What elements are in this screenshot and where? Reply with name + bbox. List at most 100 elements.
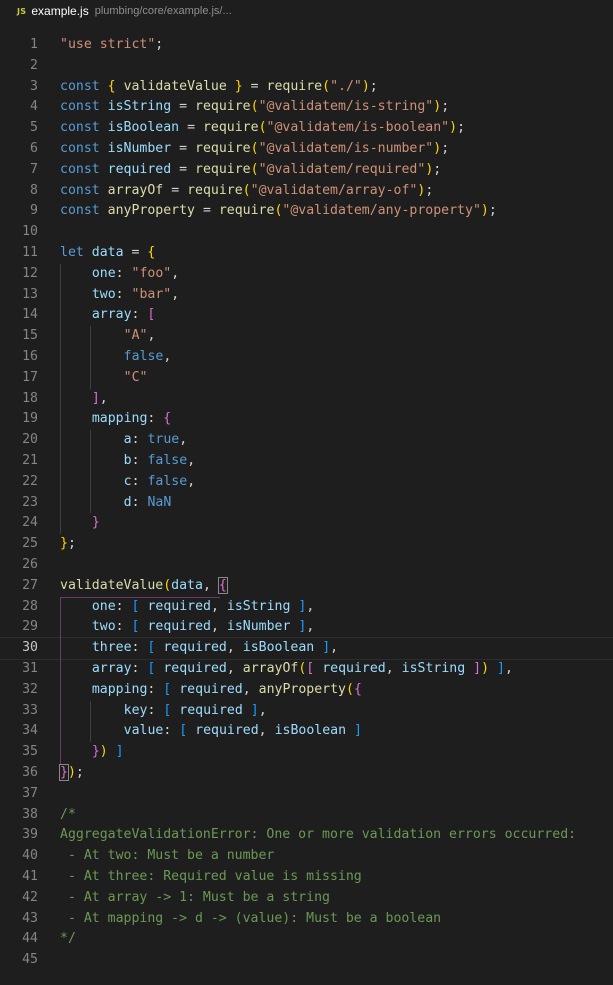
code-line[interactable]: 14 array: [ bbox=[0, 305, 613, 326]
code-line[interactable]: 40 - At two: Must be a number bbox=[0, 846, 613, 867]
code-text[interactable]: /* bbox=[60, 805, 76, 826]
code-text[interactable]: b: false, bbox=[60, 451, 196, 472]
code-line[interactable]: 27 validateValue(data, { bbox=[0, 576, 613, 597]
code-text[interactable]: const { validateValue } = require("./"); bbox=[60, 77, 378, 98]
line-number[interactable]: 33 bbox=[0, 701, 38, 722]
code-text[interactable]: let data = { bbox=[60, 243, 155, 264]
code-text[interactable]: validateValue(data, { bbox=[60, 576, 228, 597]
line-number[interactable]: 40 bbox=[0, 846, 38, 867]
line-number[interactable]: 4 bbox=[0, 97, 38, 118]
line-number[interactable]: 44 bbox=[0, 929, 38, 950]
code-text[interactable]: - At two: Must be a number bbox=[60, 846, 274, 867]
code-line[interactable]: 18 ], bbox=[0, 389, 613, 410]
code-text[interactable]: const required = require("@validatem/req… bbox=[60, 160, 441, 181]
code-text[interactable]: "use strict"; bbox=[60, 35, 163, 56]
code-text[interactable]: - At array -> 1: Must be a string bbox=[60, 888, 330, 909]
code-text[interactable]: - At mapping -> d -> (value): Must be a … bbox=[60, 909, 441, 930]
code-line[interactable]: 6 const isNumber = require("@validatem/is… bbox=[0, 139, 613, 160]
code-line[interactable]: 33 key: [ required ], bbox=[0, 701, 613, 722]
code-text[interactable]: }); bbox=[59, 763, 84, 784]
code-line[interactable]: 8 const arrayOf = require("@validatem/arr… bbox=[0, 181, 613, 202]
code-text[interactable]: AggregateValidationError: One or more va… bbox=[60, 825, 576, 846]
code-line[interactable]: 23 d: NaN bbox=[0, 493, 613, 514]
code-line[interactable]: 17 "C" bbox=[0, 368, 613, 389]
code-line[interactable]: 15 "A", bbox=[0, 326, 613, 347]
code-line[interactable]: 24 } bbox=[0, 513, 613, 534]
line-number[interactable]: 10 bbox=[0, 222, 38, 243]
code-text[interactable]: mapping: { bbox=[60, 409, 171, 430]
code-text[interactable]: false, bbox=[60, 347, 172, 368]
tab-title[interactable]: example.js bbox=[31, 4, 88, 18]
line-number[interactable]: 20 bbox=[0, 430, 38, 451]
code-line[interactable]: 1 "use strict"; bbox=[0, 35, 613, 56]
code-line[interactable]: 42 - At array -> 1: Must be a string bbox=[0, 888, 613, 909]
code-line[interactable]: 12 one: "foo", bbox=[0, 264, 613, 285]
code-line[interactable]: 4 const isString = require("@validatem/is… bbox=[0, 97, 613, 118]
line-number[interactable]: 13 bbox=[0, 285, 38, 306]
code-text[interactable]: one: "foo", bbox=[60, 264, 179, 285]
code-line[interactable]: 32 mapping: [ required, anyProperty({ bbox=[0, 680, 613, 701]
line-number[interactable]: 15 bbox=[0, 326, 38, 347]
code-line[interactable]: 5 const isBoolean = require("@validatem/i… bbox=[0, 118, 613, 139]
line-number[interactable]: 31 bbox=[0, 659, 38, 680]
line-number[interactable]: 5 bbox=[0, 118, 38, 139]
code-line[interactable]: 38 /* bbox=[0, 805, 613, 826]
code-line[interactable]: 3 const { validateValue } = require("./")… bbox=[0, 77, 613, 98]
code-line[interactable]: 28 one: [ required, isString ], bbox=[0, 597, 613, 618]
code-text[interactable]: three: [ required, isBoolean ], bbox=[60, 638, 338, 659]
line-number[interactable]: 28 bbox=[0, 597, 38, 618]
code-text[interactable]: c: false, bbox=[60, 472, 196, 493]
line-number[interactable]: 19 bbox=[0, 409, 38, 430]
code-text[interactable]: */ bbox=[60, 929, 76, 950]
code-text[interactable]: const isNumber = require("@validatem/is-… bbox=[60, 139, 449, 160]
code-text[interactable]: value: [ required, isBoolean ] bbox=[60, 721, 362, 742]
code-line[interactable]: 26 bbox=[0, 555, 613, 576]
code-line[interactable]: 10 bbox=[0, 222, 613, 243]
code-line[interactable]: 19 mapping: { bbox=[0, 409, 613, 430]
code-line[interactable]: 39 AggregateValidationError: One or more … bbox=[0, 825, 613, 846]
code-line[interactable]: 16 false, bbox=[0, 347, 613, 368]
code-text[interactable]: }) ] bbox=[60, 742, 124, 763]
code-text[interactable]: two: "bar", bbox=[60, 285, 179, 306]
line-number[interactable]: 30 bbox=[0, 638, 38, 659]
code-editor[interactable]: 1 "use strict"; 2 3 const { validateValue } … bbox=[0, 24, 613, 985]
code-line[interactable]: 21 b: false, bbox=[0, 451, 613, 472]
code-line[interactable]: 41 - At three: Required value is missing bbox=[0, 867, 613, 888]
code-text[interactable]: d: NaN bbox=[60, 493, 172, 514]
line-number[interactable]: 18 bbox=[0, 389, 38, 410]
code-text[interactable]: const isBoolean = require("@validatem/is… bbox=[60, 118, 465, 139]
code-line[interactable]: 34 value: [ required, isBoolean ] bbox=[0, 721, 613, 742]
code-line[interactable]: 22 c: false, bbox=[0, 472, 613, 493]
line-number[interactable]: 9 bbox=[0, 201, 38, 222]
line-number[interactable]: 37 bbox=[0, 784, 38, 805]
code-line[interactable]: 45 bbox=[0, 950, 613, 971]
code-line[interactable]: 35 }) ] bbox=[0, 742, 613, 763]
line-number[interactable]: 26 bbox=[0, 555, 38, 576]
code-line[interactable]: 37 bbox=[0, 784, 613, 805]
code-text[interactable]: const arrayOf = require("@validatem/arra… bbox=[60, 181, 433, 202]
code-line[interactable]: 25}; bbox=[0, 534, 613, 555]
code-line[interactable]: 36}); bbox=[0, 763, 613, 784]
line-number[interactable]: 22 bbox=[0, 472, 38, 493]
line-number[interactable]: 41 bbox=[0, 867, 38, 888]
code-text[interactable]: array: [ required, arrayOf([ required, i… bbox=[60, 659, 513, 680]
line-number[interactable]: 32 bbox=[0, 680, 38, 701]
editor-tab[interactable]: JS example.js plumbing/core/example.js/.… bbox=[0, 0, 613, 22]
code-text[interactable]: array: [ bbox=[60, 305, 156, 326]
line-number[interactable]: 45 bbox=[0, 950, 38, 971]
code-line[interactable]: 7 const required = require("@validatem/re… bbox=[0, 160, 613, 181]
line-number[interactable]: 34 bbox=[0, 721, 38, 742]
line-number[interactable]: 14 bbox=[0, 305, 38, 326]
line-number[interactable]: 39 bbox=[0, 825, 38, 846]
line-number[interactable]: 42 bbox=[0, 888, 38, 909]
code-line[interactable]: 31 array: [ required, arrayOf([ required… bbox=[0, 659, 613, 680]
code-line[interactable]: 43 - At mapping -> d -> (value): Must be… bbox=[0, 909, 613, 930]
line-number[interactable]: 17 bbox=[0, 368, 38, 389]
line-number[interactable]: 25 bbox=[0, 534, 38, 555]
line-number[interactable]: 1 bbox=[0, 35, 38, 56]
code-text[interactable]: "A", bbox=[60, 326, 156, 347]
code-text[interactable]: ], bbox=[60, 389, 108, 410]
line-number[interactable]: 23 bbox=[0, 493, 38, 514]
code-line[interactable]: 20 a: true, bbox=[0, 430, 613, 451]
code-text[interactable]: const anyProperty = require("@validatem/… bbox=[60, 201, 497, 222]
